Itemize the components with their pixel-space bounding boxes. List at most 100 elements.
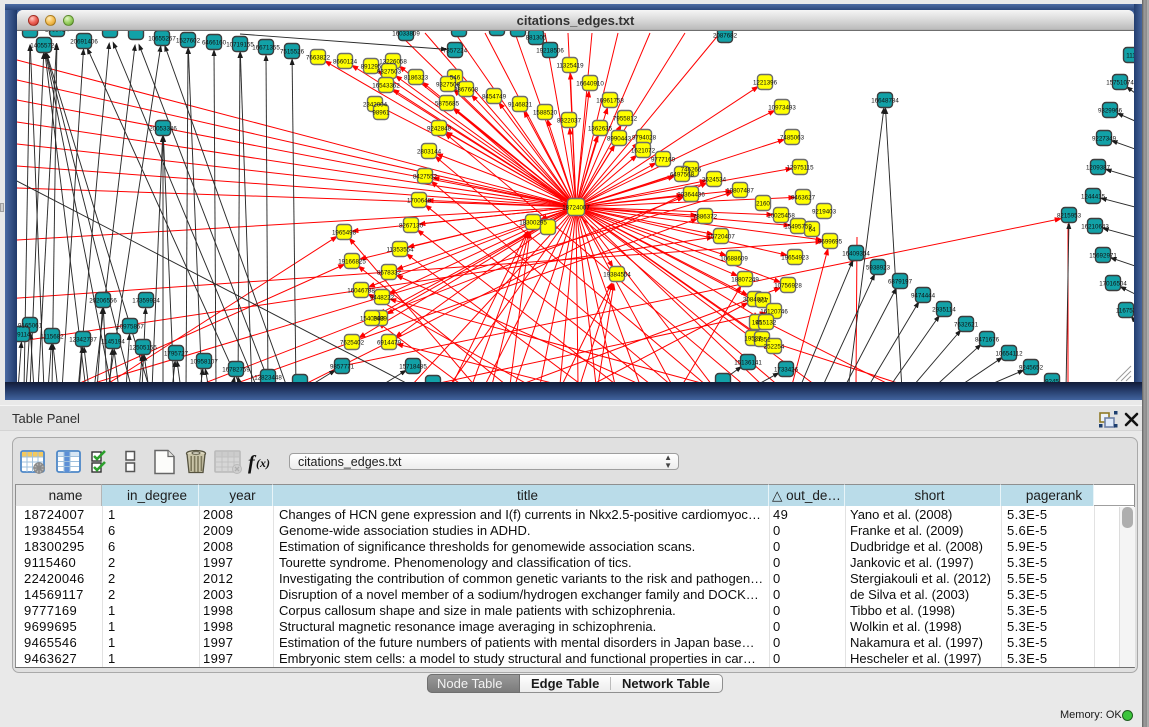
svg-text:15720407: 15720407: [707, 233, 735, 240]
svg-text:8267130: 8267130: [399, 222, 424, 229]
svg-text:9327503: 9327503: [377, 68, 402, 75]
svg-text:7663822: 7663822: [306, 54, 331, 61]
svg-text:111: 111: [1126, 52, 1134, 59]
svg-text:1115682: 1115682: [40, 333, 64, 340]
svg-text:1221396: 1221396: [753, 79, 778, 86]
svg-text:10756928: 10756928: [774, 282, 802, 289]
svg-text:16046788: 16046788: [347, 287, 375, 294]
svg-text:17359924: 17359924: [132, 297, 160, 304]
svg-text:10025458: 10025458: [767, 212, 795, 219]
svg-text:1621072: 1621072: [631, 147, 656, 154]
svg-text:9474444: 9474444: [911, 292, 936, 299]
svg-text:16120746: 16120746: [760, 308, 788, 315]
svg-text:2055724: 2055724: [45, 31, 70, 33]
svg-text:8454749: 8454749: [482, 93, 507, 100]
svg-text:7632621: 7632621: [954, 321, 979, 328]
svg-text:16543362: 16543362: [372, 82, 400, 89]
svg-text:8678332: 8678332: [377, 269, 402, 276]
svg-text:16782759: 16782759: [222, 366, 250, 373]
svg-text:9463627: 9463627: [791, 194, 816, 201]
svg-text:9227349: 9227349: [1092, 135, 1117, 142]
svg-text:12975115: 12975115: [786, 164, 814, 171]
svg-text:15136141: 15136141: [734, 359, 762, 366]
svg-text:18724007: 18724007: [562, 204, 590, 211]
svg-text:1244415: 1244415: [1081, 193, 1106, 200]
svg-text:16409354: 16409354: [842, 250, 870, 257]
svg-text:9794028: 9794028: [632, 134, 657, 141]
svg-text:3624534: 3624534: [702, 176, 727, 183]
svg-text:116753: 116753: [1116, 307, 1134, 314]
svg-text:14055724: 14055724: [30, 42, 58, 49]
svg-text:6914479: 6914479: [377, 339, 402, 346]
svg-text:16961758: 16961758: [596, 97, 624, 104]
svg-text:5875685: 5875685: [435, 100, 460, 107]
svg-text:9857771: 9857771: [330, 363, 355, 370]
svg-text:7515526: 7515526: [280, 48, 305, 55]
svg-text:8427552: 8427552: [413, 173, 438, 180]
svg-text:10973493: 10973493: [768, 104, 796, 111]
svg-text:10975867: 10975867: [116, 323, 144, 330]
svg-text:16640910: 16640910: [576, 80, 604, 87]
svg-text:1733426: 1733426: [774, 366, 799, 373]
svg-text:2803144: 2803144: [417, 148, 442, 155]
svg-text:39114: 39114: [17, 331, 31, 338]
svg-text:(x): (x): [256, 456, 270, 470]
svg-text:867: 867: [758, 297, 769, 304]
svg-text:8322037: 8322037: [557, 117, 582, 124]
svg-text:2087682: 2087682: [713, 32, 738, 39]
svg-text:12823448: 12823448: [254, 374, 282, 381]
svg-text:546: 546: [450, 74, 461, 81]
svg-text:20691406: 20691406: [70, 38, 98, 45]
svg-text:8990443: 8990443: [607, 135, 632, 142]
svg-text:20053346: 20053346: [149, 125, 177, 132]
svg-text:15751074: 15751074: [1106, 79, 1134, 86]
svg-text:8471676: 8471676: [975, 336, 1000, 343]
svg-text:2935114: 2935114: [932, 306, 956, 313]
svg-text:64: 64: [809, 226, 816, 233]
svg-text:16033809: 16033809: [392, 31, 420, 37]
svg-text:252254: 252254: [764, 343, 785, 350]
svg-text:9329966: 9329966: [1098, 107, 1123, 114]
svg-text:8215953: 8215953: [1057, 212, 1082, 219]
svg-text:10719155: 10719155: [226, 41, 254, 48]
svg-text:1588520: 1588520: [533, 109, 558, 116]
svg-text:8186323: 8186323: [404, 74, 429, 81]
svg-text:20206556: 20206556: [89, 297, 117, 304]
svg-text:7886372: 7886372: [693, 213, 718, 220]
svg-text:8660124: 8660124: [333, 58, 358, 65]
svg-text:2342004: 2342004: [363, 101, 388, 108]
svg-text:2867608: 2867608: [454, 86, 479, 93]
svg-text:16210643: 16210643: [1081, 223, 1109, 230]
svg-text:18300295: 18300295: [519, 219, 547, 226]
svg-text:9699695: 9699695: [818, 238, 843, 245]
svg-text:19654923: 19654923: [781, 254, 809, 261]
svg-text:10688609: 10688609: [720, 255, 748, 262]
svg-text:9219403: 9219403: [812, 208, 837, 215]
svg-text:1795727: 1795727: [164, 350, 189, 357]
svg-text:7955812: 7955812: [613, 115, 638, 122]
svg-text:19384554: 19384554: [603, 271, 631, 278]
svg-text:9448222: 9448222: [370, 294, 395, 301]
svg-text:18807249: 18807249: [731, 276, 759, 283]
svg-text:12505155: 12505155: [129, 344, 157, 351]
svg-text:5938923: 5938923: [866, 264, 891, 271]
svg-text:9165061: 9165061: [18, 322, 43, 329]
svg-text:9146821: 9146821: [508, 101, 533, 108]
svg-text:11353554: 11353554: [386, 246, 414, 253]
svg-text:20364436: 20364436: [677, 191, 705, 198]
svg-text:10958107: 10958107: [190, 358, 218, 365]
svg-text:15692971: 15692971: [1089, 252, 1117, 259]
svg-text:881305: 881305: [526, 34, 547, 41]
svg-text:17016504: 17016504: [1099, 280, 1127, 287]
svg-text:12342737: 12342737: [69, 336, 97, 343]
svg-text:1540993: 1540993: [360, 315, 385, 322]
svg-text:1209387: 1209387: [1086, 164, 1111, 171]
svg-text:19218506: 19218506: [536, 47, 564, 54]
svg-text:9242848: 9242848: [427, 125, 452, 132]
svg-text:24851: 24851: [753, 336, 771, 343]
svg-text:6879197: 6879197: [888, 278, 913, 285]
svg-text:11325419: 11325419: [556, 62, 584, 69]
svg-text:415132: 415132: [756, 319, 777, 326]
svg-text:16671355: 16671355: [252, 44, 280, 51]
svg-text:15718485: 15718485: [399, 363, 427, 370]
